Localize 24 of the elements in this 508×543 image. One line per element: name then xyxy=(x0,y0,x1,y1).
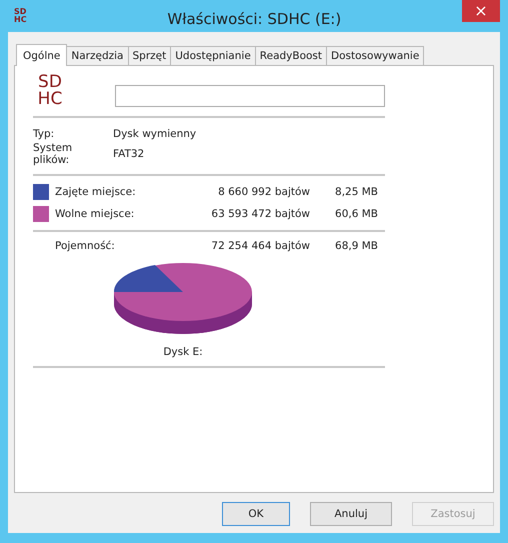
size-value: 60,6 MB xyxy=(334,208,378,220)
info-label: Typ: xyxy=(33,128,56,140)
drive-icon: SD HC xyxy=(14,8,27,24)
size-value: 68,9 MB xyxy=(334,240,378,252)
capacity-label: Pojemność: xyxy=(55,240,116,252)
dialog-button[interactable]: OK xyxy=(222,502,290,526)
dialog-button[interactable]: Anuluj xyxy=(310,502,392,526)
close-button[interactable]: × xyxy=(462,0,500,22)
drive-label-text: HC xyxy=(38,91,62,108)
space-label: Zajęte miejsce: xyxy=(55,186,137,198)
byte-count: 63 593 472 bajtów xyxy=(210,208,310,220)
info-value: Dysk wymienny xyxy=(113,128,198,140)
tab[interactable]: Ogólne xyxy=(16,44,68,66)
size-value: 8,25 MB xyxy=(334,186,378,198)
drive-label-text: SD xyxy=(38,74,62,91)
byte-count: 72 254 464 bajtów xyxy=(210,240,310,252)
window-title: Właściwości: SDHC (E:) xyxy=(166,10,342,28)
name-field[interactable] xyxy=(115,85,385,107)
byte-count: 8 660 992 bajtów xyxy=(217,186,310,198)
info-value: FAT32 xyxy=(113,148,146,160)
info-label: System plików: xyxy=(33,142,74,166)
space-label: Wolne miejsce: xyxy=(55,208,136,220)
disk-label: Dysk E: xyxy=(163,346,203,358)
tab[interactable]: Dostosowywanie xyxy=(326,46,424,65)
